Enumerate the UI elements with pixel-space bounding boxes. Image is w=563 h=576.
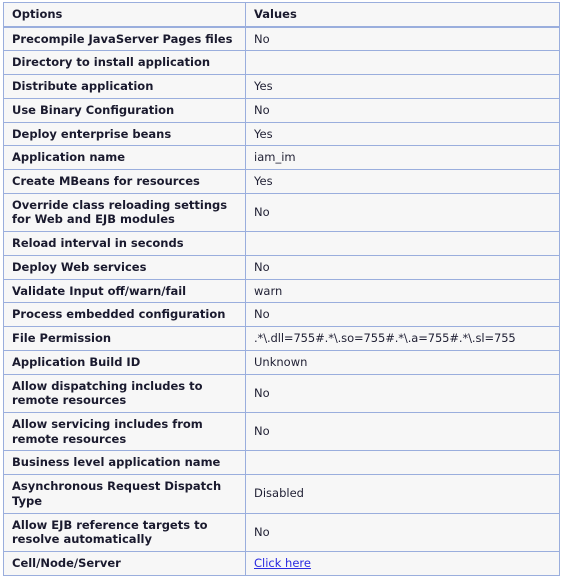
option-label: Business level application name xyxy=(3,451,246,476)
option-value: Yes xyxy=(246,75,560,99)
option-value-text: No xyxy=(254,307,270,322)
column-header-values: Values xyxy=(246,2,560,27)
option-value: No xyxy=(246,98,560,123)
column-header-options: Options xyxy=(3,2,246,27)
option-label: Deploy Web services xyxy=(3,255,246,280)
option-label: Reload interval in seconds xyxy=(3,232,246,256)
option-label: Allow dispatching includes to remote res… xyxy=(3,374,246,413)
table-row: File Permission .*\.dll=755#.*\.so=755#.*… xyxy=(3,327,560,351)
option-value-text: No xyxy=(254,385,270,400)
option-value-text: No xyxy=(254,259,270,274)
table-row: Cell/Node/Server Click here xyxy=(3,551,560,576)
option-label: Validate Input off/warn/fail xyxy=(3,279,246,304)
option-label: Distribute application xyxy=(3,75,246,99)
option-label: Use Binary Configuration xyxy=(3,98,246,123)
table-row: Deploy enterprise beans Yes xyxy=(3,122,560,147)
option-label: Directory to install application xyxy=(3,51,246,76)
option-value-empty[interactable] xyxy=(246,51,560,76)
option-value-text: No xyxy=(254,205,270,220)
option-value-text: Yes xyxy=(254,79,273,94)
option-label: Deploy enterprise beans xyxy=(3,122,246,147)
option-value: No xyxy=(246,303,560,328)
option-value-text: No xyxy=(254,424,270,439)
option-label: Asynchronous Request Dispatch Type xyxy=(3,475,246,514)
table-row: Allow EJB reference targets to resolve a… xyxy=(3,513,560,552)
option-value: Click here xyxy=(246,551,560,576)
option-value: No xyxy=(246,26,560,52)
table-row: Process embedded configuration No xyxy=(3,303,560,328)
application-options-summary-table: Options Values Precompile JavaServer Pag… xyxy=(3,2,560,576)
table-row: Deploy Web services No xyxy=(3,255,560,280)
table-row: Override class reloading settings for We… xyxy=(3,193,560,233)
table-body: Precompile JavaServer Pages files No Direc… xyxy=(3,26,560,576)
option-value: No xyxy=(246,255,560,280)
option-label: File Permission xyxy=(3,327,246,351)
table-row: Business level application name xyxy=(3,451,560,476)
option-value: Disabled xyxy=(246,475,560,514)
option-label: Create MBeans for resources xyxy=(3,170,246,194)
table-row: Create MBeans for resources Yes xyxy=(3,170,560,194)
table-row: Precompile JavaServer Pages files No xyxy=(3,26,560,52)
option-label: Cell/Node/Server xyxy=(3,551,246,576)
option-value: Yes xyxy=(246,170,560,194)
table-row: Asynchronous Request Dispatch Type Disabl… xyxy=(3,475,560,514)
option-value-text: Unknown xyxy=(254,354,308,369)
option-value-text: iam_im xyxy=(254,150,296,165)
option-value-text: .*\.dll=755#.*\.so=755#.*\.a=755#.*\.sl=… xyxy=(254,331,516,346)
option-label: Allow servicing includes from remote res… xyxy=(3,412,246,452)
table-header: Options Values xyxy=(3,2,560,27)
option-value: No xyxy=(246,513,560,552)
table-row: Directory to install application xyxy=(3,51,560,76)
option-value-text: Yes xyxy=(254,174,273,189)
option-value-text: Disabled xyxy=(254,486,304,501)
table-row: Validate Input off/warn/fail warn xyxy=(3,279,560,304)
option-value: Yes xyxy=(246,122,560,147)
option-label: Precompile JavaServer Pages files xyxy=(3,26,246,52)
option-value: iam_im xyxy=(246,146,560,171)
option-value-text: No xyxy=(254,31,270,46)
option-label: Override class reloading settings for We… xyxy=(3,193,246,233)
option-value: warn xyxy=(246,279,560,304)
option-label: Process embedded configuration xyxy=(3,303,246,328)
option-value-text: Yes xyxy=(254,126,273,141)
option-value: No xyxy=(246,374,560,413)
table-row: Allow dispatching includes to remote res… xyxy=(3,374,560,413)
table-header-row: Options Values xyxy=(3,2,560,27)
table-row: Use Binary Configuration No xyxy=(3,98,560,123)
table-row: Application Build ID Unknown xyxy=(3,350,560,375)
option-label: Application Build ID xyxy=(3,350,246,375)
option-value: Unknown xyxy=(246,350,560,375)
option-value-empty[interactable] xyxy=(246,232,560,256)
option-value-text: No xyxy=(254,524,270,539)
option-value: No xyxy=(246,412,560,452)
click-here-link[interactable]: Click here xyxy=(254,556,311,570)
option-value: .*\.dll=755#.*\.so=755#.*\.a=755#.*\.sl=… xyxy=(246,327,560,351)
table-row: Allow servicing includes from remote res… xyxy=(3,412,560,452)
option-value-text: No xyxy=(254,102,270,117)
table-row: Application name iam_im xyxy=(3,146,560,171)
option-label: Allow EJB reference targets to resolve a… xyxy=(3,513,246,552)
table-row: Distribute application Yes xyxy=(3,75,560,99)
option-label: Application name xyxy=(3,146,246,171)
table-row: Reload interval in seconds xyxy=(3,232,560,256)
option-value-text: warn xyxy=(254,283,283,298)
option-value: No xyxy=(246,193,560,233)
option-value-empty[interactable] xyxy=(246,451,560,476)
